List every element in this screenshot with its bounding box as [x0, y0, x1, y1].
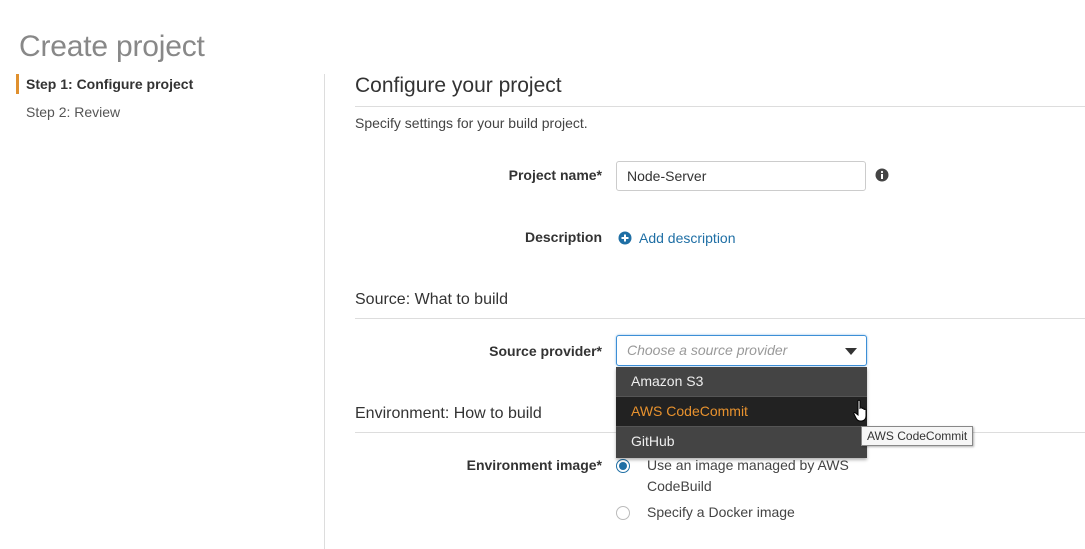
add-description-link[interactable]: Add description [618, 229, 736, 247]
radio-managed-image-label: Use an image managed by AWS CodeBuild [647, 457, 849, 494]
page-title: Create project [19, 30, 205, 64]
option-aws-codecommit[interactable]: AWS CodeCommit [616, 397, 867, 427]
environment-image-label: Environment image* [466, 457, 602, 473]
radio-managed-image[interactable]: Use an image managed by AWS CodeBuild [616, 457, 867, 497]
source-heading: Source: What to build [355, 291, 1085, 319]
option-github[interactable]: GitHub [616, 427, 867, 456]
configure-heading: Configure your project [355, 74, 1085, 107]
radio-button-checked[interactable] [616, 459, 630, 473]
wizard-steps: Step 1: Configure project Step 2: Review [16, 74, 316, 130]
plus-circle-icon [618, 231, 632, 245]
source-provider-dropdown: Amazon S3 AWS CodeCommit GitHub [616, 367, 867, 458]
info-icon[interactable] [875, 168, 889, 182]
description-label: Description [524, 229, 602, 245]
radio-docker-image[interactable]: Specify a Docker image [616, 504, 867, 523]
configure-subtext: Specify settings for your build project. [355, 115, 588, 131]
step-configure-project[interactable]: Step 1: Configure project [16, 74, 316, 94]
source-provider-placeholder: Choose a source provider [627, 342, 788, 358]
project-name-input[interactable]: Node-Server [616, 161, 866, 191]
add-description-text: Add description [639, 230, 736, 246]
main-panel: Configure your project Specify settings … [355, 0, 1085, 549]
radio-button-unchecked[interactable] [616, 506, 630, 520]
project-name-label: Project name* [508, 167, 602, 183]
source-provider-label: Source provider* [489, 343, 602, 359]
hand-pointer-icon [853, 399, 867, 422]
tooltip: AWS CodeCommit [861, 426, 974, 446]
chevron-down-icon[interactable] [845, 348, 857, 355]
step-review[interactable]: Step 2: Review [16, 102, 316, 122]
source-provider-select[interactable]: Choose a source provider [616, 335, 867, 366]
radio-docker-image-label: Specify a Docker image [647, 504, 795, 520]
vertical-divider [324, 74, 325, 549]
option-amazon-s3[interactable]: Amazon S3 [616, 367, 867, 397]
